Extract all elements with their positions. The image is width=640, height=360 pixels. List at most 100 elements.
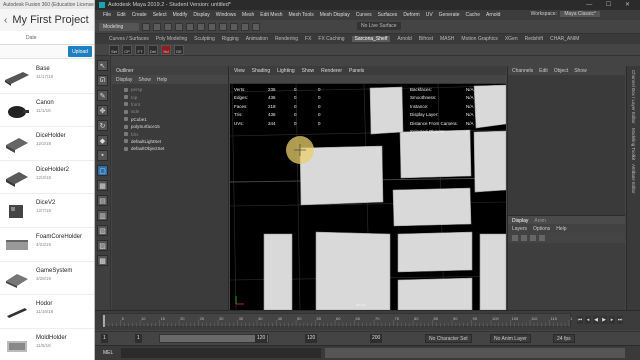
play-back-icon[interactable]: ◀ bbox=[593, 316, 599, 324]
layer-menu-item[interactable]: Options bbox=[533, 226, 550, 232]
outliner-item[interactable]: polySurface15 bbox=[124, 123, 228, 130]
open-scene-icon[interactable] bbox=[153, 22, 161, 31]
layer-menu-item[interactable]: Layers bbox=[512, 226, 527, 232]
outliner-item[interactable]: pCube1 bbox=[124, 116, 228, 123]
design-thumbnail[interactable] bbox=[3, 167, 31, 189]
fps-dropdown[interactable]: 24 fps bbox=[553, 334, 575, 343]
menu-arnold[interactable]: Arnold bbox=[486, 12, 500, 18]
playhead-marker[interactable] bbox=[103, 315, 105, 327]
step-back-icon[interactable]: ◂ bbox=[585, 316, 591, 324]
design-list-item[interactable]: Hodor 11/16/18 bbox=[0, 295, 94, 329]
design-thumbnail[interactable] bbox=[3, 200, 31, 222]
scale-tool-icon[interactable]: ◆ bbox=[97, 135, 108, 146]
shelf-tab[interactable]: Rendering bbox=[275, 36, 298, 42]
menu-file[interactable]: File bbox=[103, 12, 111, 18]
viewport-menu-item[interactable]: Shading bbox=[252, 68, 270, 74]
shelf-tab[interactable]: FX Caching bbox=[318, 36, 344, 42]
project-header[interactable]: ‹ My First Project bbox=[0, 9, 94, 31]
go-start-icon[interactable]: ⏮ bbox=[577, 316, 583, 324]
end-time-field[interactable]: 200 bbox=[370, 334, 383, 343]
mesh-panel[interactable] bbox=[397, 231, 473, 273]
workspace-value[interactable]: Maya Classic* bbox=[560, 11, 600, 17]
shelf-tab[interactable]: FX bbox=[305, 36, 311, 42]
four-view-icon[interactable]: ▦ bbox=[97, 180, 108, 191]
outliner-menu-item[interactable]: Display bbox=[116, 77, 132, 83]
design-thumbnail[interactable] bbox=[3, 301, 31, 323]
shelf-tab[interactable]: MASH bbox=[440, 36, 454, 42]
redo-icon[interactable] bbox=[186, 22, 194, 31]
window-controls[interactable]: — ☐ ✕ bbox=[586, 1, 636, 8]
range-bar[interactable] bbox=[159, 334, 269, 343]
design-list-item[interactable]: DiceHolder2 12/3/18 bbox=[0, 161, 94, 195]
menu-edit-mesh[interactable]: Edit Mesh bbox=[260, 12, 282, 18]
single-view-icon[interactable]: ▢ bbox=[97, 165, 108, 176]
outliner-item[interactable]: top bbox=[124, 93, 228, 100]
outliner-menu-item[interactable]: Show bbox=[138, 77, 151, 83]
design-thumbnail[interactable] bbox=[3, 100, 31, 122]
design-thumbnail[interactable] bbox=[3, 335, 31, 357]
shelf-button[interactable]: FT bbox=[135, 44, 145, 55]
mesh-panel[interactable] bbox=[479, 233, 506, 310]
new-scene-icon[interactable] bbox=[142, 22, 150, 31]
design-list-item[interactable]: Base 11/17/18 bbox=[0, 60, 94, 94]
save-scene-icon[interactable] bbox=[164, 22, 172, 31]
shelf-tab[interactable]: Motion Graphics bbox=[461, 36, 497, 42]
menu-mesh-tools[interactable]: Mesh Tools bbox=[289, 12, 314, 18]
snap-grid-icon[interactable] bbox=[230, 22, 238, 31]
time-slider[interactable]: 5 10 15 20 25 30 35 40 45 50 55 60 65 70 75 80 85 90 95 100… bbox=[95, 310, 640, 330]
menu-mesh-display[interactable]: Mesh Display bbox=[320, 12, 350, 18]
mesh-panel[interactable] bbox=[399, 129, 472, 179]
shelf-tab[interactable]: Arnold bbox=[397, 36, 411, 42]
viewport-panel[interactable]: View Shading Lighting Show Renderer Panels bbox=[230, 66, 506, 310]
channel-box-body[interactable] bbox=[508, 75, 625, 215]
layer-tab[interactable]: Display bbox=[512, 218, 528, 224]
lasso-tool-icon[interactable]: ᘏ bbox=[97, 75, 108, 86]
channel-menu-item[interactable]: Channels bbox=[512, 68, 533, 74]
menu-select[interactable]: Select bbox=[153, 12, 167, 18]
panel-view-icon[interactable]: ▨ bbox=[97, 240, 108, 251]
design-list-item[interactable]: MoldHolder 11/5/18 bbox=[0, 329, 94, 360]
mode-dropdown[interactable]: Modeling bbox=[99, 22, 139, 31]
menu-cache[interactable]: Cache bbox=[466, 12, 480, 18]
shelf-tab[interactable]: Bifrost bbox=[419, 36, 433, 42]
viewport-toolbar[interactable] bbox=[230, 75, 506, 84]
shelf-tab[interactable]: CHAR_ANIM bbox=[550, 36, 579, 42]
mesh-panel[interactable] bbox=[369, 86, 404, 135]
design-list-item[interactable]: Canon 11/1/18 bbox=[0, 94, 94, 128]
menu-edit[interactable]: Edit bbox=[117, 12, 126, 18]
last-tool-icon[interactable]: ▪ bbox=[97, 150, 108, 161]
design-list-item[interactable]: DiceHolder 12/3/18 bbox=[0, 127, 94, 161]
menu-deform[interactable]: Deform bbox=[403, 12, 419, 18]
viewport-menu-item[interactable]: Show bbox=[302, 68, 315, 74]
graph-view-icon[interactable]: ▥ bbox=[97, 210, 108, 221]
side-tab[interactable]: Attribute Editor bbox=[631, 164, 636, 194]
snap-point-icon[interactable] bbox=[252, 22, 260, 31]
mesh-panel[interactable] bbox=[392, 187, 472, 227]
shelf-tab[interactable]: Sarcona_Shelf bbox=[351, 36, 391, 42]
channel-menu-item[interactable]: Object bbox=[554, 68, 568, 74]
menu-create[interactable]: Create bbox=[132, 12, 147, 18]
date-column-header[interactable]: Date bbox=[0, 31, 94, 45]
anim-layer-dropdown[interactable]: No Anim Layer bbox=[490, 334, 531, 343]
mesh-panel[interactable] bbox=[315, 231, 391, 310]
select-hierarchy-icon[interactable] bbox=[197, 22, 205, 31]
live-surface-field[interactable]: No Live Surface bbox=[357, 22, 401, 30]
viewport-menu-item[interactable]: Renderer bbox=[321, 68, 342, 74]
rotate-tool-icon[interactable]: ↻ bbox=[97, 120, 108, 131]
mesh-panel[interactable] bbox=[473, 130, 506, 193]
shelf-tab[interactable]: XGen bbox=[505, 36, 518, 42]
layer-up-icon[interactable] bbox=[512, 235, 518, 241]
menu-curves[interactable]: Curves bbox=[356, 12, 372, 18]
command-input[interactable] bbox=[121, 348, 321, 358]
new-layer-selected-icon[interactable] bbox=[539, 235, 545, 241]
side-tab[interactable]: Channel Box / Layer Editor bbox=[631, 70, 636, 124]
shelf-tab[interactable]: Sculpting bbox=[194, 36, 215, 42]
shelf-tab[interactable]: Poly Modeling bbox=[156, 36, 187, 42]
paint-select-icon[interactable]: ✎ bbox=[97, 90, 108, 101]
viewport-menu-item[interactable]: View bbox=[234, 68, 245, 74]
snap-curve-icon[interactable] bbox=[241, 22, 249, 31]
viewport-menu-item[interactable]: Panels bbox=[349, 68, 364, 74]
menu-generate[interactable]: Generate bbox=[439, 12, 460, 18]
chevron-left-icon[interactable]: ‹ bbox=[4, 15, 7, 26]
shelf-button[interactable]: DE bbox=[174, 44, 184, 55]
